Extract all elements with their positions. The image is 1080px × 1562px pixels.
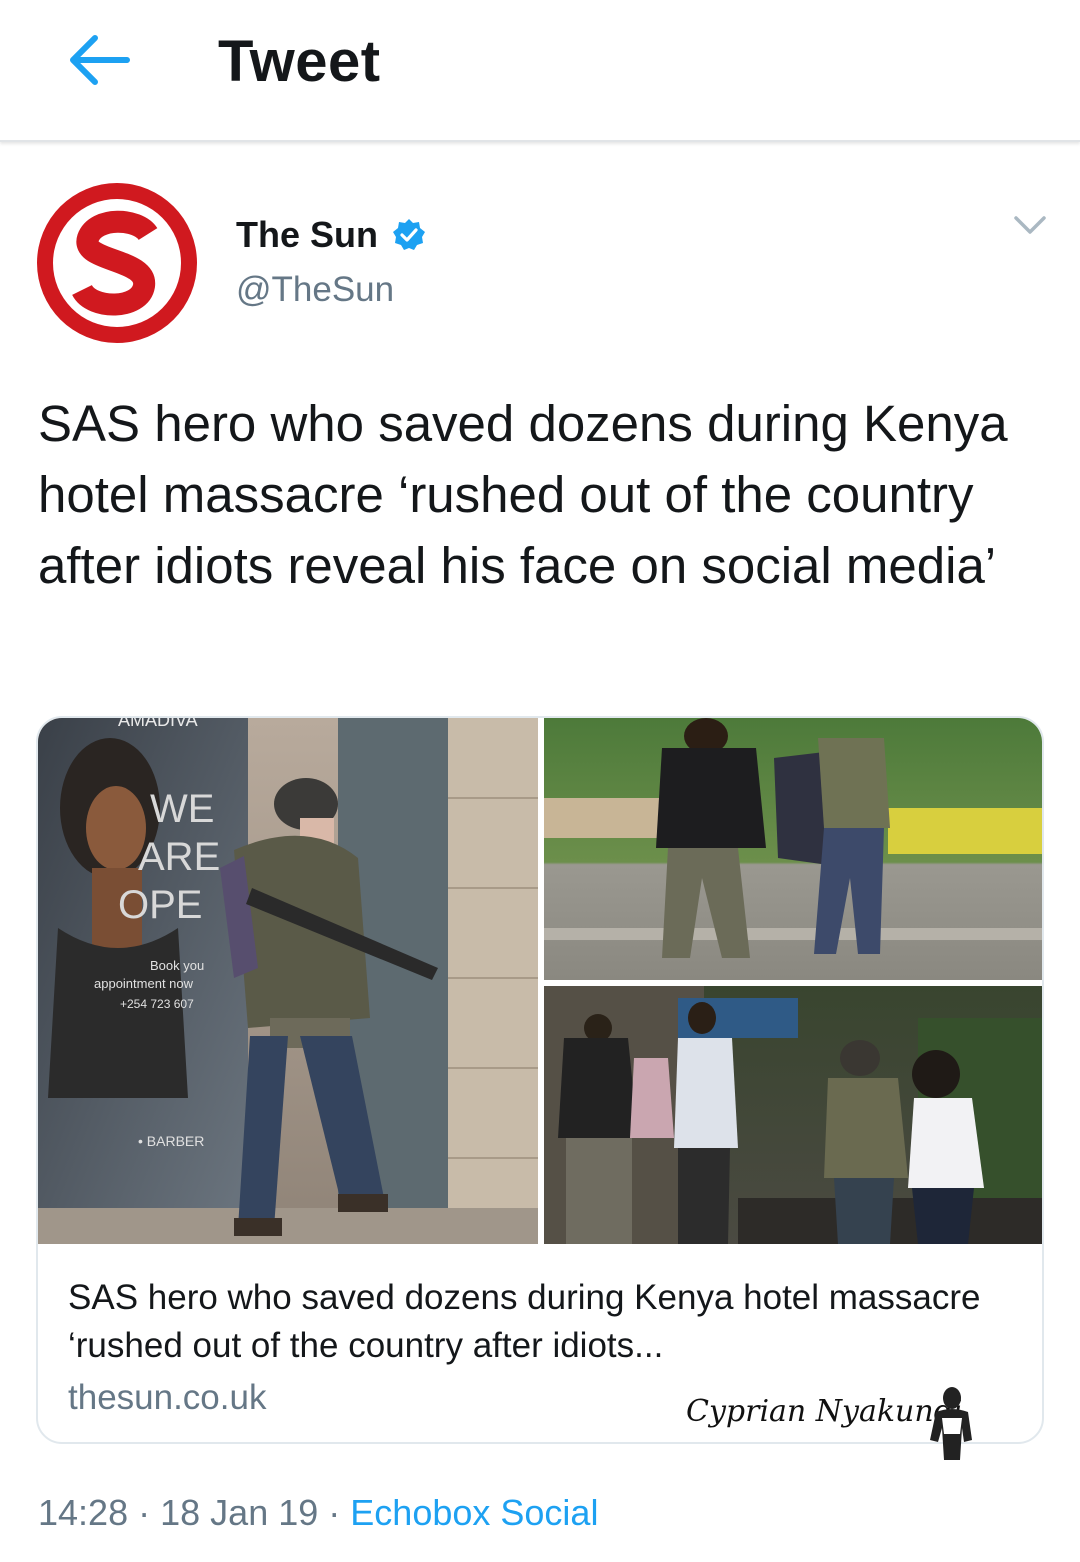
poster-appointment-text: appointment now [94, 976, 194, 991]
chevron-down-icon[interactable] [1012, 212, 1048, 238]
tweet-meta: 14:28 · 18 Jan 19 · Echobox Social [38, 1492, 598, 1534]
poster-barber-text: • BARBER [138, 1133, 204, 1149]
card-title: SAS hero who saved dozens during Kenya h… [68, 1278, 981, 1365]
poster-book-text: Book you [150, 958, 204, 973]
author-name[interactable]: The Sun [236, 214, 426, 256]
card-domain: thesun.co.uk [68, 1378, 267, 1417]
author-avatar[interactable] [36, 182, 198, 344]
signature-text: Cyprian Nyakundi [686, 1394, 963, 1429]
poster-phone-text: +254 723 607 [120, 997, 194, 1011]
meta-separator: · [328, 1492, 341, 1533]
verified-badge-icon [393, 219, 425, 250]
tweet-source-link[interactable]: Echobox Social [350, 1492, 598, 1533]
tweet-date: 18 Jan 19 [160, 1492, 319, 1533]
page-title: Tweet [218, 29, 381, 94]
person-figure-icon [930, 1387, 972, 1460]
meta-separator: · [138, 1492, 151, 1533]
signature-watermark: Cyprian Nyakundi [686, 1384, 976, 1468]
poster-line-3-text: OPE [118, 883, 202, 927]
link-card[interactable]: AMADIVA WE ARE OPE Book you appointment … [36, 716, 1044, 1444]
top-app-bar: Tweet [0, 0, 1080, 142]
tweet-time: 14:28 [38, 1492, 129, 1533]
arrow-left-icon [70, 35, 130, 85]
tweet-text: SAS hero who saved dozens during Kenya h… [38, 395, 1008, 594]
author-handle[interactable]: @TheSun [236, 270, 394, 310]
back-button[interactable] [56, 24, 140, 96]
poster-line-2-text: ARE [138, 835, 220, 879]
poster-line-1-text: WE [150, 787, 214, 831]
poster-brand-text: AMADIVA [118, 718, 198, 730]
card-image: AMADIVA WE ARE OPE Book you appointment … [38, 718, 1042, 1244]
author-name-text: The Sun [236, 214, 378, 255]
